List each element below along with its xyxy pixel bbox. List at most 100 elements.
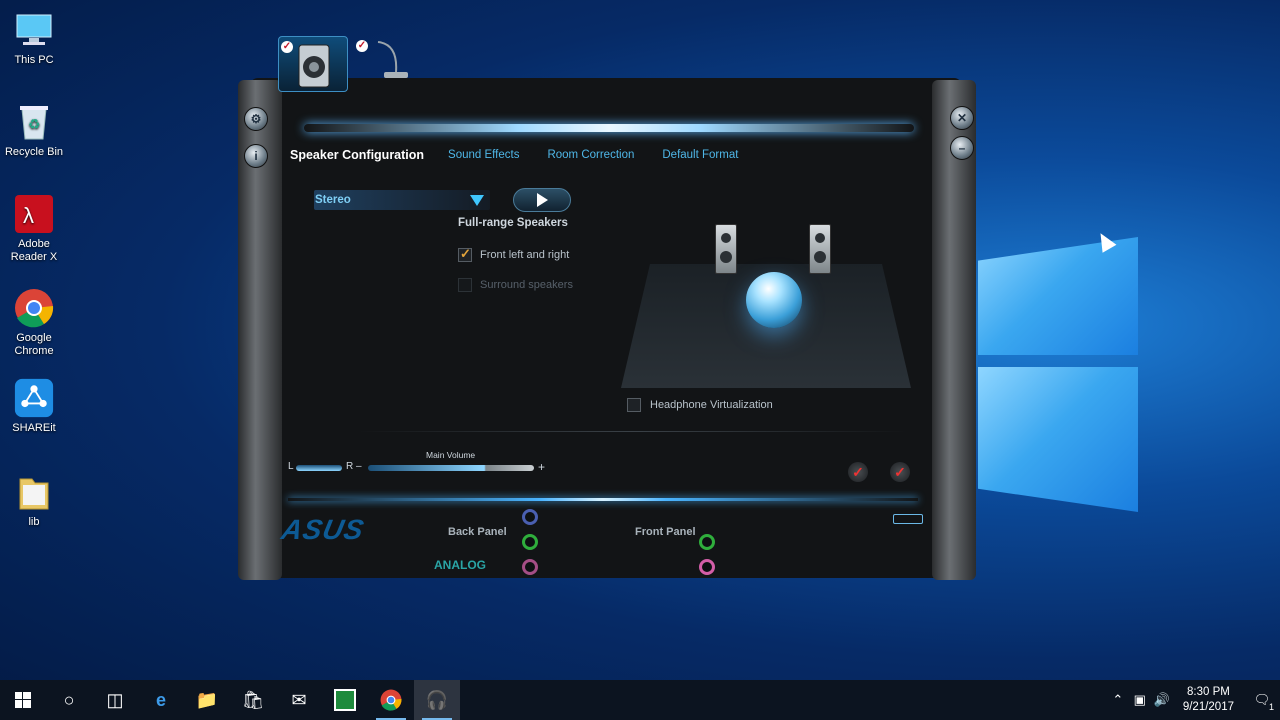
mute-icon: ✓ bbox=[894, 464, 906, 480]
speaker-config-value: Stereo bbox=[315, 194, 351, 206]
chevron-up-icon[interactable]: ⌃ bbox=[1107, 692, 1129, 708]
info-icon: i bbox=[254, 149, 258, 163]
shareit-icon bbox=[14, 378, 54, 418]
headphone-virtualization-option[interactable]: Headphone Virtualization bbox=[627, 398, 773, 412]
main-volume-slider[interactable] bbox=[368, 465, 534, 471]
start-button[interactable] bbox=[0, 680, 46, 720]
back-panel-mic-jack[interactable] bbox=[522, 559, 538, 575]
microphone-device-icon bbox=[377, 41, 408, 78]
tab-room-correction[interactable]: Room Correction bbox=[533, 146, 648, 164]
volume-controls: L R – Main Volume + bbox=[286, 444, 566, 480]
chrome-icon bbox=[380, 689, 402, 711]
action-center-button[interactable]: 🗨 1 bbox=[1244, 692, 1280, 712]
surround-speakers-option: Surround speakers bbox=[458, 278, 573, 292]
tab-speaker-configuration[interactable]: Speaker Configuration bbox=[290, 146, 434, 164]
left-speaker-icon[interactable] bbox=[715, 224, 737, 274]
right-speaker-icon[interactable] bbox=[809, 224, 831, 274]
device-tab-microphone[interactable]: ✓ bbox=[354, 36, 424, 92]
taskbar-file-explorer[interactable]: 📁 bbox=[184, 680, 230, 720]
volume-icon[interactable]: 🔊 bbox=[1151, 692, 1173, 708]
taskbar-store[interactable]: 🛍 bbox=[230, 680, 276, 720]
search-circle-icon: ○ bbox=[63, 689, 75, 710]
taskbar-audio-manager[interactable]: 🎧 bbox=[414, 680, 460, 720]
back-panel-label: Back Panel bbox=[448, 526, 507, 538]
info-button[interactable]: i bbox=[244, 144, 268, 168]
check-icon: ✓ bbox=[356, 40, 368, 52]
front-panel-headphone-jack[interactable] bbox=[699, 534, 715, 550]
volume-plus-label: + bbox=[538, 460, 546, 474]
full-range-speakers-title: Full-range Speakers bbox=[458, 217, 568, 229]
desktop-icon-recycle-bin[interactable]: ♻ Recycle Bin bbox=[4, 102, 64, 159]
close-icon: ✕ bbox=[956, 111, 968, 125]
divider bbox=[358, 431, 908, 432]
desktop-icon-adobe-reader[interactable]: λ Adobe Reader X bbox=[4, 194, 64, 264]
back-panel-line-out-jack[interactable] bbox=[522, 534, 538, 550]
svg-text:λ: λ bbox=[23, 203, 34, 228]
analog-label: ANALOG bbox=[434, 558, 486, 572]
adobe-reader-icon: λ bbox=[14, 194, 54, 234]
clock[interactable]: 8:30 PM 9/21/2017 bbox=[1173, 685, 1244, 715]
notification-icon: 🗨 bbox=[1253, 692, 1271, 707]
notification-count: 1 bbox=[1268, 702, 1274, 712]
speaker-config-select[interactable]: Stereo bbox=[314, 190, 490, 210]
recycle-bin-icon: ♻ bbox=[14, 102, 54, 142]
mute-toggle-button[interactable]: ✓ bbox=[890, 462, 910, 482]
check-icon: ✓ bbox=[281, 41, 293, 53]
clock-time: 8:30 PM bbox=[1187, 686, 1230, 698]
balance-slider[interactable] bbox=[296, 465, 342, 471]
tab-default-format[interactable]: Default Format bbox=[648, 146, 752, 164]
tab-sound-effects[interactable]: Sound Effects bbox=[434, 146, 533, 164]
gear-icon: ⚙ bbox=[250, 112, 262, 126]
taskbar-mail[interactable]: ✉ bbox=[276, 680, 322, 720]
check-icon: ✓ bbox=[852, 464, 864, 480]
close-button[interactable]: ✕ bbox=[950, 106, 974, 130]
device-tab-speakers[interactable]: ✓ bbox=[278, 36, 348, 92]
feature-tabs: Speaker Configuration Sound Effects Room… bbox=[290, 146, 752, 164]
windows-wallpaper-logo bbox=[978, 215, 1140, 515]
folder-icon bbox=[14, 472, 54, 512]
test-play-button[interactable] bbox=[513, 188, 571, 212]
this-pc-icon bbox=[14, 10, 54, 50]
audio-manager-window: ✓ ✓ ⚙ i ✕ – Speaker Configuration Sound … bbox=[238, 36, 976, 584]
minimize-button[interactable]: – bbox=[950, 136, 974, 160]
clock-date: 9/21/2017 bbox=[1182, 701, 1234, 713]
bottom-glow-bar bbox=[288, 498, 918, 501]
svg-text:♻: ♻ bbox=[28, 116, 41, 132]
desktop-icon-lib[interactable]: lib bbox=[4, 472, 64, 529]
balance-right-label: R bbox=[346, 461, 354, 472]
desktop-icon-shareit[interactable]: SHAREit bbox=[4, 378, 64, 435]
listener-sphere bbox=[746, 272, 802, 328]
apply-check-button[interactable]: ✓ bbox=[848, 462, 868, 482]
task-view-icon: ◫ bbox=[106, 689, 124, 710]
search-button[interactable]: ○ bbox=[46, 680, 92, 720]
taskbar-chrome[interactable] bbox=[368, 680, 414, 720]
settings-gear-button[interactable]: ⚙ bbox=[244, 107, 268, 131]
file-explorer-icon: 📁 bbox=[195, 689, 219, 710]
front-panel-label: Front Panel bbox=[635, 526, 696, 538]
play-icon bbox=[536, 193, 548, 207]
front-left-right-option[interactable]: Front left and right bbox=[458, 246, 569, 262]
headphone-virtualization-checkbox[interactable] bbox=[627, 398, 641, 412]
back-panel-line-in-jack[interactable] bbox=[522, 509, 538, 525]
minimize-icon: – bbox=[958, 141, 966, 155]
taskbar-edge[interactable]: e bbox=[138, 680, 184, 720]
store-icon: 🛍 bbox=[241, 689, 265, 710]
chrome-icon bbox=[14, 288, 54, 328]
top-glow-bar bbox=[304, 124, 914, 132]
windows-start-icon bbox=[15, 692, 31, 708]
balance-left-label: L bbox=[288, 461, 294, 472]
app-icon bbox=[334, 689, 356, 711]
front-left-right-checkbox[interactable] bbox=[458, 246, 472, 262]
audio-manager-icon: 🎧 bbox=[425, 689, 449, 710]
connector-settings-icon[interactable] bbox=[893, 514, 923, 524]
desktop-icon-chrome[interactable]: Google Chrome bbox=[4, 288, 64, 358]
desktop-icon-this-pc[interactable]: This PC bbox=[4, 10, 64, 67]
edge-icon: e bbox=[155, 689, 166, 710]
volume-minus-label: – bbox=[356, 461, 362, 472]
front-panel-mic-jack[interactable] bbox=[699, 559, 715, 575]
task-view-button[interactable]: ◫ bbox=[92, 680, 138, 720]
taskbar: ○ ◫ e 📁 🛍 ✉ 🎧 ⌃ ▣ 🔊 8:30 PM 9/21/2017 🗨 … bbox=[0, 680, 1280, 720]
network-icon[interactable]: ▣ bbox=[1129, 692, 1151, 708]
taskbar-app-green[interactable] bbox=[322, 680, 368, 720]
mail-icon: ✉ bbox=[291, 689, 307, 710]
